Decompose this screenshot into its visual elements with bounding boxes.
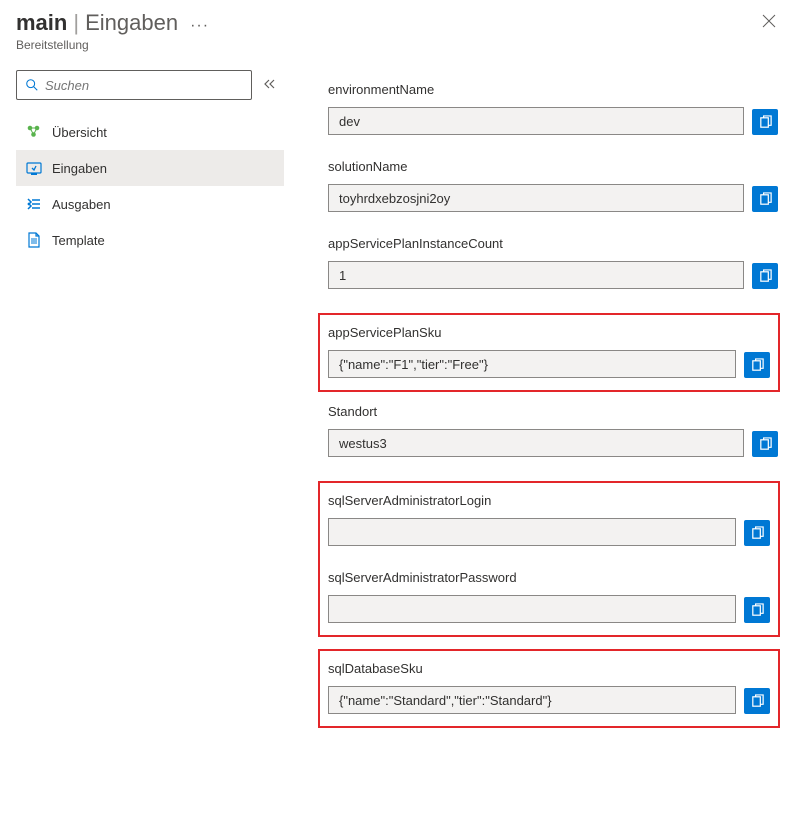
copy-icon <box>750 694 765 709</box>
field-sqlServerAdministratorPassword: sqlServerAdministratorPassword <box>328 570 770 623</box>
sidebar: Übersicht Eingaben Ausgaben Template <box>0 58 296 819</box>
highlight-box-appServicePlanSku: appServicePlanSku <box>318 313 780 392</box>
content-area: environmentName solutionName appServiceP… <box>296 58 796 819</box>
sidebar-item-overview[interactable]: Übersicht <box>16 114 284 150</box>
copy-button[interactable] <box>752 263 778 289</box>
title-main: main <box>16 10 67 36</box>
close-icon <box>762 14 776 28</box>
sidebar-item-outputs[interactable]: Ausgaben <box>16 186 284 222</box>
field-label: appServicePlanInstanceCount <box>328 236 778 251</box>
field-input-appServicePlanSku[interactable] <box>328 350 736 378</box>
search-input[interactable] <box>45 78 243 93</box>
title-separator: | <box>73 10 79 36</box>
field-label: solutionName <box>328 159 778 174</box>
copy-button[interactable] <box>752 431 778 457</box>
copy-button[interactable] <box>744 352 770 378</box>
inputs-icon <box>26 160 42 176</box>
copy-icon <box>758 115 773 130</box>
copy-button[interactable] <box>744 520 770 546</box>
field-sqlDatabaseSku: sqlDatabaseSku <box>328 661 770 714</box>
field-label: environmentName <box>328 82 778 97</box>
copy-icon <box>750 603 765 618</box>
sidebar-item-template[interactable]: Template <box>16 222 284 258</box>
sidebar-item-label: Übersicht <box>52 125 107 140</box>
more-menu-icon[interactable]: ··· <box>190 17 209 35</box>
field-label: sqlServerAdministratorLogin <box>328 493 770 508</box>
field-label: Standort <box>328 404 778 419</box>
copy-icon <box>758 192 773 207</box>
field-label: sqlServerAdministratorPassword <box>328 570 770 585</box>
search-box[interactable] <box>16 70 252 100</box>
copy-button[interactable] <box>744 688 770 714</box>
field-solutionName: solutionName <box>328 159 778 212</box>
outputs-icon <box>26 196 42 212</box>
sidebar-item-label: Ausgaben <box>52 197 111 212</box>
panel-header: main | Eingaben ··· Bereitstellung <box>0 0 796 58</box>
copy-icon <box>750 526 765 541</box>
field-input-appServicePlanInstanceCount[interactable] <box>328 261 744 289</box>
search-icon <box>25 78 39 92</box>
highlight-box-sqlDatabaseSku: sqlDatabaseSku <box>318 649 780 728</box>
field-input-sqlServerAdministratorPassword[interactable] <box>328 595 736 623</box>
copy-button[interactable] <box>752 186 778 212</box>
overview-icon <box>26 124 42 140</box>
sidebar-item-inputs[interactable]: Eingaben <box>16 150 284 186</box>
field-label: appServicePlanSku <box>328 325 770 340</box>
field-input-sqlDatabaseSku[interactable] <box>328 686 736 714</box>
copy-button[interactable] <box>744 597 770 623</box>
field-environmentName: environmentName <box>328 82 778 135</box>
collapse-sidebar-button[interactable] <box>264 78 276 93</box>
copy-icon <box>750 358 765 373</box>
field-standort: Standort <box>328 404 778 457</box>
field-appServicePlanInstanceCount: appServicePlanInstanceCount <box>328 236 778 289</box>
copy-icon <box>758 437 773 452</box>
field-label: sqlDatabaseSku <box>328 661 770 676</box>
sidebar-item-label: Template <box>52 233 105 248</box>
chevron-double-left-icon <box>264 78 276 90</box>
title-row: main | Eingaben ··· <box>16 10 780 36</box>
copy-icon <box>758 269 773 284</box>
field-sqlServerAdministratorLogin: sqlServerAdministratorLogin <box>328 493 770 546</box>
field-input-environmentName[interactable] <box>328 107 744 135</box>
field-appServicePlanSku: appServicePlanSku <box>328 325 770 378</box>
field-input-standort[interactable] <box>328 429 744 457</box>
title-sub: Eingaben <box>85 10 178 36</box>
copy-button[interactable] <box>752 109 778 135</box>
field-input-sqlServerAdministratorLogin[interactable] <box>328 518 736 546</box>
field-input-solutionName[interactable] <box>328 184 744 212</box>
subtitle: Bereitstellung <box>16 38 780 52</box>
template-icon <box>26 232 42 248</box>
highlight-box-sql-admin: sqlServerAdministratorLogin sqlServerAdm… <box>318 481 780 637</box>
close-button[interactable] <box>762 14 776 32</box>
sidebar-item-label: Eingaben <box>52 161 107 176</box>
